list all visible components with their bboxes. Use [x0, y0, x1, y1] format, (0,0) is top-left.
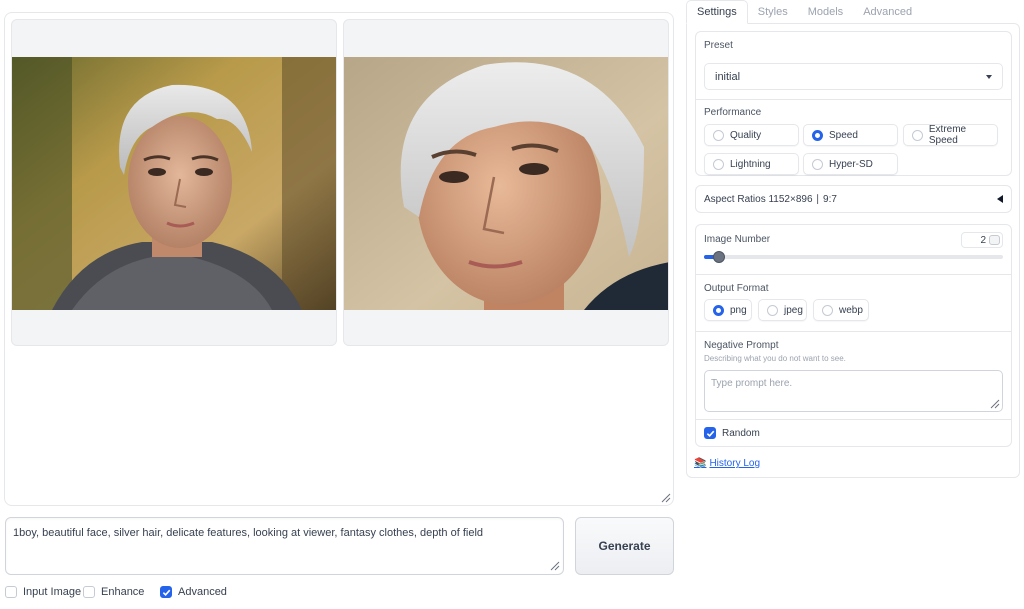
preset-value: initial: [715, 70, 741, 83]
slider-handle[interactable]: [713, 251, 725, 263]
radio-label: jpeg: [784, 304, 803, 316]
checkbox-box[interactable]: [83, 586, 95, 598]
divider: [696, 274, 1011, 275]
radio-icon: [767, 304, 778, 316]
performance-lightning[interactable]: Lightning: [704, 153, 799, 175]
divider: [696, 331, 1011, 332]
history-log-label: History Log: [709, 458, 761, 469]
performance-label: Performance: [704, 107, 762, 118]
portrait-image-1: [12, 57, 336, 310]
gallery-image-1[interactable]: [11, 19, 337, 346]
checkbox-label: Enhance: [101, 586, 145, 598]
generate-button[interactable]: Generate: [575, 517, 674, 575]
history-log-link[interactable]: 📚 History Log: [694, 458, 760, 469]
prompt-input[interactable]: 1boy, beautiful face, silver hair, delic…: [5, 517, 564, 575]
resize-grip-icon[interactable]: [990, 399, 1000, 409]
aspect-ratios-label: Aspect Ratios 1152×896 ∣ 9:7: [704, 193, 837, 205]
negative-prompt-placeholder: Type prompt here.: [711, 378, 793, 389]
radio-icon: [812, 158, 823, 170]
performance-hyper-sd[interactable]: Hyper-SD: [803, 153, 898, 175]
advanced-checkbox[interactable]: Advanced: [160, 586, 227, 598]
performance-speed[interactable]: Speed: [803, 124, 898, 146]
prompt-text: 1boy, beautiful face, silver hair, delic…: [13, 527, 484, 539]
tab-settings[interactable]: Settings: [686, 0, 748, 24]
input-image-checkbox[interactable]: Input Image: [5, 586, 81, 598]
gallery-image-2[interactable]: [343, 19, 669, 346]
divider: [696, 99, 1011, 100]
random-label: Random: [722, 427, 760, 439]
settings-tabs: Settings Styles Models Advanced: [686, 0, 1020, 24]
spinner-icon[interactable]: [989, 235, 1000, 245]
aspect-ratios-accordion[interactable]: Aspect Ratios 1152×896 ∣ 9:7: [695, 185, 1012, 213]
radio-icon: [912, 129, 923, 141]
image-number-slider[interactable]: [704, 251, 1003, 263]
radio-selected-icon: [713, 304, 724, 316]
performance-quality[interactable]: Quality: [704, 124, 799, 146]
checkbox-box[interactable]: [704, 427, 716, 439]
check-icon: [706, 430, 714, 437]
preset-select[interactable]: initial: [704, 63, 1003, 90]
radio-label: Lightning: [730, 158, 771, 170]
radio-icon: [822, 304, 833, 316]
radio-label: Extreme Speed: [928, 124, 967, 146]
portrait-image-2: [344, 57, 668, 310]
checkbox-label: Input Image: [23, 586, 82, 598]
image-number-input[interactable]: 2: [961, 232, 1003, 248]
enhance-checkbox[interactable]: Enhance: [83, 586, 144, 598]
radio-selected-icon: [812, 129, 823, 141]
image-number-label: Image Number: [704, 234, 771, 245]
check-icon: [162, 589, 170, 596]
preset-label: Preset: [704, 40, 733, 51]
radio-icon: [713, 158, 724, 170]
random-checkbox[interactable]: Random: [704, 427, 760, 439]
chevron-down-icon: [986, 74, 992, 79]
generation-options-group: Image Number 2 Output Format png jpeg we…: [695, 224, 1012, 447]
books-icon: 📚: [694, 458, 707, 469]
image-number-value: 2: [980, 234, 986, 246]
negative-prompt-info: Describing what you do not want to see.: [704, 354, 846, 363]
collapse-triangle-icon: [997, 195, 1003, 203]
output-format-label: Output Format: [704, 283, 769, 294]
divider: [696, 419, 1011, 420]
tab-styles[interactable]: Styles: [748, 0, 798, 24]
radio-label: Quality: [730, 129, 762, 141]
radio-label: webp: [839, 304, 863, 316]
tab-models[interactable]: Models: [798, 0, 853, 24]
image-gallery: [4, 12, 674, 506]
output-format-jpeg[interactable]: jpeg: [758, 299, 807, 321]
negative-prompt-input[interactable]: Type prompt here.: [704, 370, 1003, 412]
radio-icon: [713, 129, 724, 141]
tab-advanced[interactable]: Advanced: [853, 0, 922, 24]
settings-panel: Preset initial Performance Quality Speed…: [686, 23, 1020, 478]
checkbox-label: Advanced: [178, 586, 227, 598]
checkbox-box[interactable]: [160, 586, 172, 598]
performance-extreme-speed[interactable]: Extreme Speed: [903, 124, 998, 146]
negative-prompt-label: Negative Prompt: [704, 340, 779, 351]
radio-label: png: [730, 304, 747, 316]
radio-label: Hyper-SD: [829, 158, 873, 170]
output-format-png[interactable]: png: [704, 299, 752, 321]
checkbox-box[interactable]: [5, 586, 17, 598]
resize-grip-icon[interactable]: [550, 561, 560, 571]
radio-label: Speed: [829, 129, 858, 141]
output-format-webp[interactable]: webp: [813, 299, 869, 321]
preset-performance-group: Preset initial Performance Quality Speed…: [695, 31, 1012, 176]
resize-grip-icon[interactable]: [661, 493, 671, 503]
